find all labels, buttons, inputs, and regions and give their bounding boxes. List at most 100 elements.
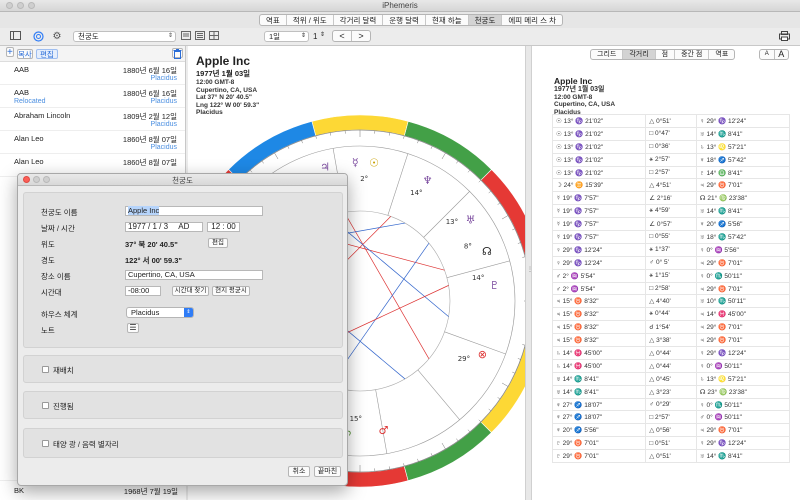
table-row[interactable]: ♅ 14° ♏ 8'41" △ 3°23' ☊ 23° ♍ 23'38" [551,384,791,399]
table-row[interactable]: ☿ 19° ♑ 7'57" ∠ 2°16' ☊ 21° ♍ 23'38" [551,191,791,206]
trash-icon[interactable] [172,48,183,59]
table-row[interactable]: ♆ 27° ♐ 18'07" ♂ 0°29' ♀ 0° ♏ 50'11" [551,397,791,412]
detail-view-icon[interactable] [194,31,206,42]
table-row[interactable]: ☽ 24° ♊ 15'39" △ 4°51' ♃ 29° ♉ 7'01" [551,178,791,193]
list-view-icon[interactable] [180,31,192,42]
planet-glyph[interactable]: ♃ [320,161,330,174]
relocate-checkbox[interactable] [42,366,49,373]
timezone-field[interactable]: -08:00 [125,286,161,296]
progressed-checkbox[interactable] [42,402,49,409]
table-row[interactable]: ♃ 15° ♉ 8'32" △ 3°38' ♃ 29° ♉ 7'01" [551,333,791,348]
grid-view-icon[interactable] [208,31,220,42]
previous-button[interactable]: < [333,31,352,41]
latitude-value: 37° 북 20' 40.5" [125,240,178,249]
planet-degree-label: 13° [446,218,458,226]
table-row[interactable]: ♂ 2° ♒ 5'54" □ 2°58' ♃ 29° ♉ 7'01" [551,281,791,296]
target-icon[interactable] [32,31,44,42]
page-select[interactable]: 1일 ⇕ [264,31,309,42]
copy-button[interactable]: 복사 [17,49,33,59]
planet-glyph[interactable]: ☊ [482,245,492,258]
table-row[interactable]: ♃ 15° ♉ 8'32" ☌ 1°54' ♃ 29° ♉ 7'01" [551,320,791,335]
chart-type-select[interactable]: 천궁도 ⇕ [73,31,176,42]
house-system-select[interactable]: Placidus ⇕ [126,307,194,318]
table-row[interactable]: ☉ 13° ♑ 21'02" □ 2°57' ♇ 14° ♎ 8'41" [551,165,791,180]
font-smaller-button[interactable]: A [760,50,775,59]
table-row[interactable]: ♆ 20° ♐ 5'56" △ 0°56' ♃ 29° ♉ 7'01" [551,423,791,438]
table-row[interactable]: ☉ 13° ♑ 21'02" △ 0°51' ♀ 29° ♑ 12'24" [551,114,791,128]
table-row[interactable]: ☉ 13° ♑ 21'02" □ 0°47' ♅ 14° ♏ 8'41" [551,126,791,141]
view-tab[interactable]: 각거리 [623,50,656,59]
solar-lunar-checkbox[interactable] [42,440,49,447]
planet-glyph[interactable]: ⊗ [478,348,487,361]
edit-location-button[interactable]: 편집 [208,238,228,248]
cancel-button[interactable]: 취소 [288,466,310,477]
list-item[interactable]: AAB 1880년 6월 16일 Relocated Placidus [0,85,185,108]
list-item[interactable]: Abraham Lincoln 1809년 2월 12일 Placidus [0,108,185,131]
font-larger-button[interactable]: A [775,50,789,59]
planet-glyph[interactable]: ♇ [490,279,500,292]
local-mean-time-button[interactable]: 현지 평균시 [212,286,250,296]
view-tab[interactable]: 중간 점 [675,50,710,59]
table-row[interactable]: ♄ 14° ♓ 45'00" △ 0°44' ♀ 29° ♑ 12'24" [551,346,791,360]
table-row[interactable]: ♅ 14° ♏ 8'41" △ 0°45' ♄ 13° ♌ 57'21" [551,371,791,386]
table-row[interactable]: ♃ 15° ♉ 8'32" ⚹ 0°44' ♃ 14° ♓ 45'00" [551,307,791,322]
planet-glyph[interactable]: ♅ [466,214,476,227]
table-cell: ♀ 29° ♑ 12'24" [695,114,791,128]
table-row[interactable]: ☿ 19° ♑ 7'57" □ 0°55' ♅ 18° ♏ 57'42" [551,230,791,244]
table-cell: □ 0°51' [645,436,697,451]
find-timezone-button[interactable]: 시간대 찾기 [172,286,209,296]
view-tab[interactable]: 역표 [709,50,734,59]
table-cell: ♇ 14° ♎ 8'41" [695,165,791,180]
mode-tab[interactable]: 에피 메리 스 차 [502,15,562,25]
planet-glyph[interactable]: ☿ [352,156,359,169]
mode-tab[interactable]: 천궁도 [468,15,503,25]
aspect-chart-time: 12:00 GMT-8 [554,93,593,101]
view-tab[interactable]: 점 [656,50,676,59]
mode-tab[interactable]: 각거리 달력 [334,15,384,25]
table-row[interactable]: ☉ 13° ♑ 21'02" ⚹ 2°57' ♆ 18° ♐ 57'42" [551,152,791,167]
mode-tab[interactable]: 적위 / 위도 [287,15,334,25]
table-row[interactable]: ☉ 13° ♑ 21'02" □ 0°36' ♄ 13° ♌ 57'21" [551,139,791,154]
date-field[interactable]: 1977 / 1 / 3 AD [125,222,203,232]
table-row[interactable]: ♄ 14° ♓ 45'00" △ 0°44' ♀ 0° ♒ 50'11" [551,358,791,373]
table-row[interactable]: ♇ 29° ♉ 7'01" △ 0°51' ♅ 14° ♏ 8'41" [551,449,791,464]
font-size-buttons: A A [759,49,789,60]
table-row[interactable]: ♂ 2° ♒ 5'54" ⚹ 1°15' ♀ 0° ♏ 50'11" [551,268,791,283]
mode-tab[interactable]: 운행 달력 [383,15,426,25]
list-item[interactable]: Alan Leo 1860년 8월 07일 Placidus [0,131,185,154]
table-row[interactable]: ♀ 29° ♑ 12'24" ♂ 0° 5' ♃ 29° ♉ 7'01" [551,255,791,270]
chevron-updown-icon: ⇕ [184,308,193,317]
planet-glyph[interactable]: ♆ [423,174,433,187]
chart-name-field[interactable]: Apple Inc [125,206,263,216]
table-cell: ♀ 0° ♒ 50'11" [695,358,791,373]
table-row[interactable]: ♇ 29° ♉ 7'01" □ 0°51' ♀ 29° ♑ 12'24" [551,436,791,451]
gear-icon[interactable]: ⚙ [51,31,63,42]
table-cell: ♃ 14° ♓ 45'00" [695,307,791,322]
table-cell: ♇ 29° ♉ 7'01" [551,436,647,451]
planet-glyph[interactable]: ☉ [369,157,379,170]
planet-degree-label: 8° [464,242,472,250]
table-row[interactable]: ♃ 15° ♉ 8'32" △ 4°40' ♅ 10° ♏ 50'11" [551,294,791,309]
done-button[interactable]: 끝마친 [314,466,341,477]
print-icon[interactable] [778,31,790,42]
table-row[interactable]: ☿ 19° ♑ 7'57" ⚹ 4°59' ♅ 14° ♏ 8'41" [551,204,791,219]
place-field[interactable]: Cupertino, CA, USA [125,270,263,280]
planet-degree-label: 2° [360,175,368,183]
table-cell: ♀ 29° ♑ 12'24" [551,255,647,270]
notes-icon[interactable]: ☰ [127,323,139,333]
planet-glyph[interactable]: ♂ [379,424,389,437]
stepper-icon[interactable]: ⇕ [320,31,325,38]
table-row[interactable]: ☿ 19° ♑ 7'57" ∠ 0°57' ♆ 20° ♐ 5'56" [551,217,791,232]
mode-tab[interactable]: 역표 [260,15,287,25]
sidebar-toggle-icon[interactable] [9,31,21,42]
table-row[interactable]: ♀ 29° ♑ 12'24" ⚹ 1°37' ♀ 0° ♒ 5'56" [551,242,791,257]
view-tab[interactable]: 그리드 [591,50,624,59]
list-item[interactable]: AAB 1880년 6월 16일 Placidus [0,62,185,85]
edit-button[interactable]: 편집 [36,49,58,59]
next-button[interactable]: > [352,31,370,41]
time-field[interactable]: 12 : 00 [207,222,240,232]
mode-tab[interactable]: 현재 하늘 [426,15,469,25]
panel-splitter[interactable]: ⋮ [525,46,533,500]
table-row[interactable]: ♆ 27° ♐ 18'07" □ 2°57' ♂ 0° ♒ 50'11" [551,410,791,425]
add-button[interactable]: + [6,47,14,58]
